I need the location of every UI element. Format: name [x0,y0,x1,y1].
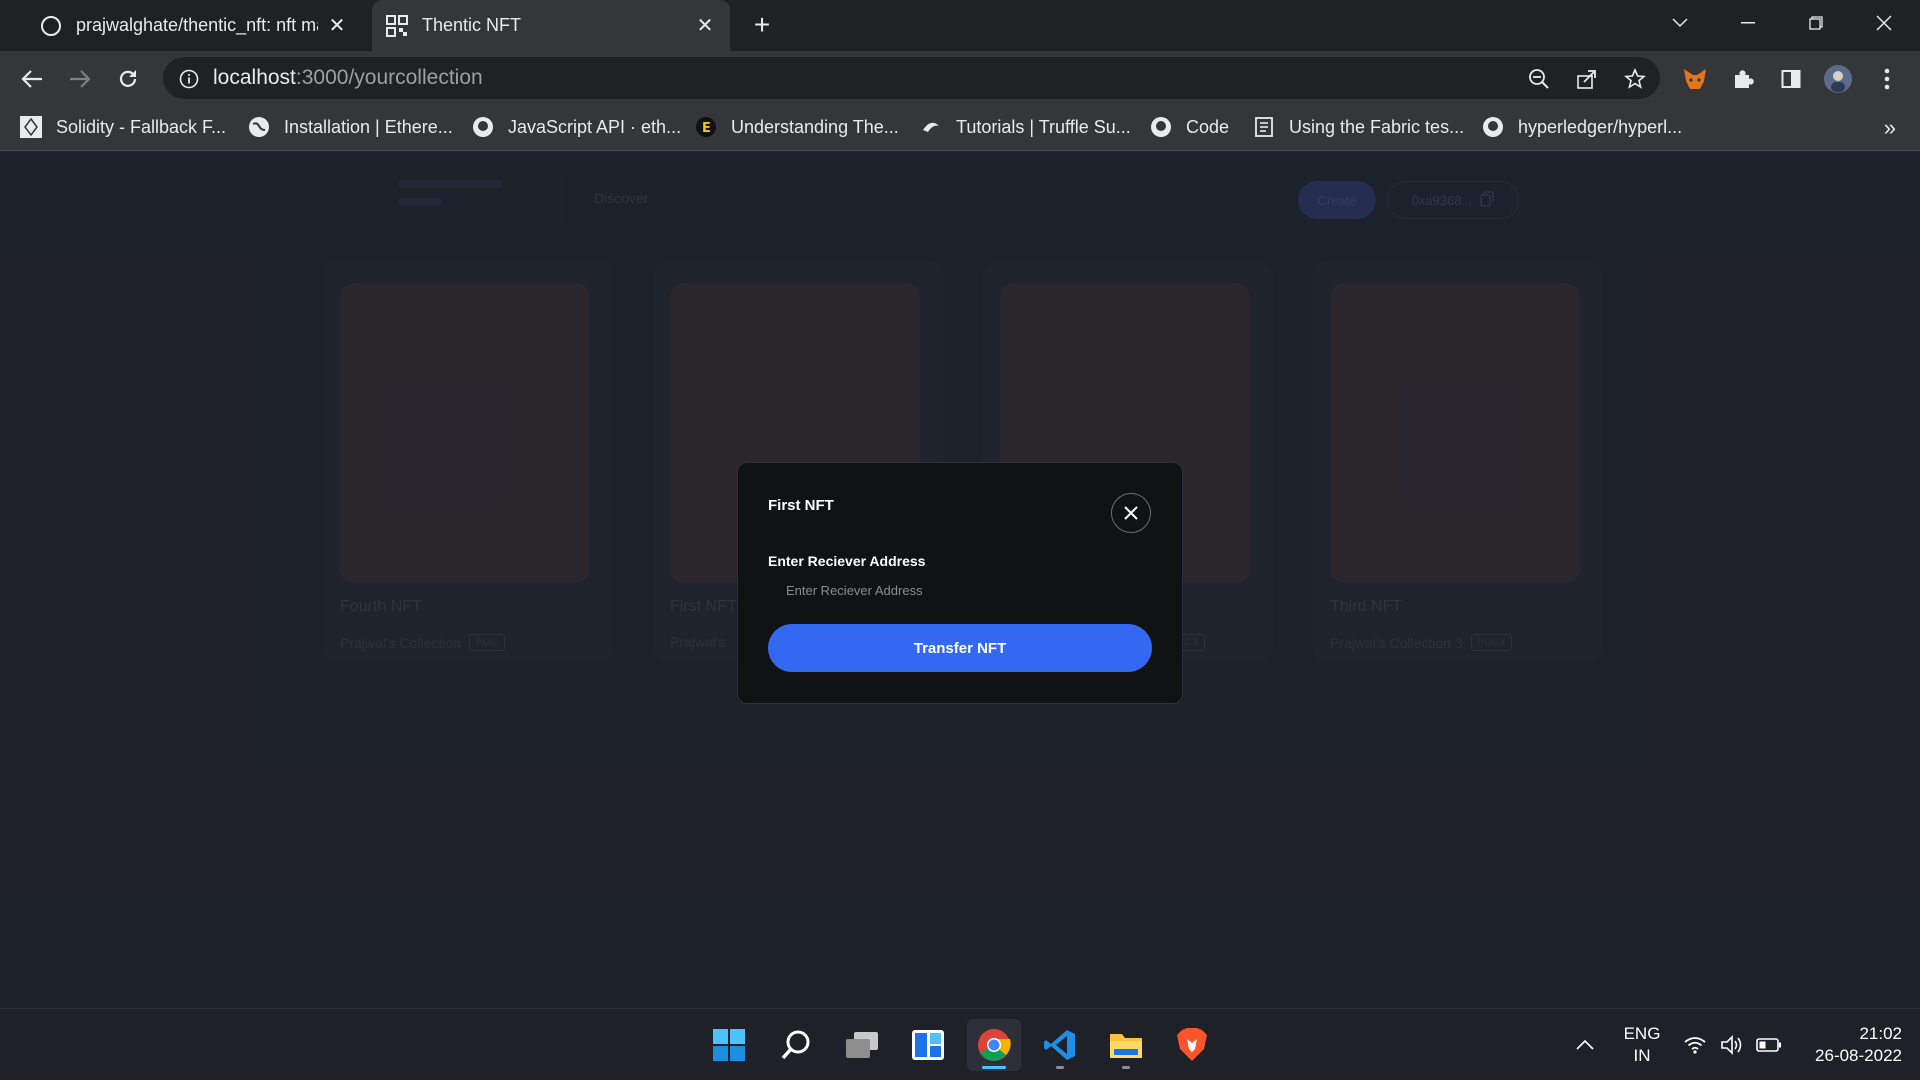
address-bar[interactable]: localhost:3000/yourcollection [163,57,1660,99]
reload-button[interactable] [113,64,143,94]
share-icon[interactable] [1575,67,1599,91]
bookmark-truffle[interactable]: Tutorials | Truffle Su... [920,113,1131,141]
github-icon [40,15,62,37]
bookmark-hyperledger[interactable]: hyperledger/hyperl... [1482,113,1682,141]
chevron-up-icon [1576,1040,1594,1050]
site-info-icon[interactable] [177,67,201,91]
clock-time: 21:02 [1859,1024,1902,1043]
extensions-puzzle-icon[interactable] [1728,64,1758,94]
solidity-icon [20,116,42,138]
tab-github[interactable]: prajwalghate/thentic_nft: nft mar ✕ [26,0,362,51]
file-explorer-icon[interactable] [1099,1019,1153,1071]
bookmark-fabric[interactable]: Using the Fabric tes... [1253,113,1464,141]
zoom-icon[interactable] [1527,67,1551,91]
minimize-icon[interactable] [1728,8,1768,38]
tab-thentic-nft[interactable]: Thentic NFT ✕ [372,0,730,51]
tab-title: prajwalghate/thentic_nft: nft mar [76,15,318,35]
bookmark-installation[interactable]: Installation | Ethere... [248,113,453,141]
receiver-address-label: Enter Reciever Address [768,553,926,569]
windows-start-icon[interactable] [702,1019,756,1071]
truffle-icon [920,116,942,138]
globe-icon [248,116,270,138]
menu-kebab-icon[interactable] [1872,64,1902,94]
bookmark-label: Code [1186,116,1230,137]
bookmark-label: hyperledger/hyperl... [1518,116,1683,137]
language-code: ENG [1623,1024,1661,1043]
url-path: :3000/yourcollection [295,66,483,89]
page-content: Discover Create 0xa9368... Fourth NFT Pr… [0,152,1920,1008]
running-app-indicator [1056,1066,1064,1069]
transfer-nft-modal: First NFT Enter Reciever Address Transfe… [737,462,1183,704]
bookmarks-overflow-button[interactable]: » [1884,115,1896,141]
windows-taskbar: ENG IN 21:02 26-08-2022 [0,1008,1920,1080]
clock-date: 26-08-2022 [1815,1046,1902,1065]
e-logo-icon: E [695,116,717,138]
transfer-nft-button[interactable]: Transfer NFT [768,624,1152,672]
forward-button[interactable] [65,64,95,94]
tab-title: Thentic NFT [422,15,522,35]
system-clock[interactable]: 21:02 26-08-2022 [1796,1023,1902,1067]
wifi-icon[interactable] [1684,1009,1708,1080]
github-icon [1150,116,1172,138]
close-icon[interactable]: ✕ [326,15,348,37]
qr-icon [386,14,408,37]
bookmark-label: Solidity - Fallback F... [56,116,227,137]
bookmark-understanding[interactable]: E Understanding The... [695,113,899,141]
bookmark-label: Tutorials | Truffle Su... [956,116,1131,137]
volume-icon[interactable] [1720,1009,1746,1080]
close-icon [1124,506,1138,520]
vscode-icon[interactable] [1033,1019,1087,1071]
url-host: localhost [213,66,296,89]
bookmark-code[interactable]: Code [1150,113,1229,141]
profile-avatar[interactable] [1823,64,1853,94]
chrome-icon[interactable] [967,1019,1021,1071]
bookmark-star-icon[interactable] [1623,67,1647,91]
battery-icon[interactable] [1756,1009,1784,1080]
back-button[interactable] [17,64,47,94]
task-view-icon[interactable] [835,1019,889,1071]
bookmarks-bar: Solidity - Fallback F... Installation | … [0,105,1920,151]
browser-toolbar: localhost:3000/yourcollection [0,51,1920,105]
bookmark-solidity[interactable]: Solidity - Fallback F... [20,113,226,141]
bookmark-label: JavaScript API · eth... [508,116,682,137]
receiver-address-input[interactable] [768,575,1152,605]
bookmark-label: Using the Fabric tes... [1289,116,1465,137]
widgets-icon[interactable] [901,1019,955,1071]
region-code: IN [1633,1046,1651,1065]
running-app-indicator [1122,1066,1130,1069]
svg-text:E: E [702,121,711,136]
brave-icon[interactable] [1165,1019,1219,1071]
language-indicator[interactable]: ENG IN [1620,1023,1664,1067]
restore-icon[interactable] [1796,8,1836,38]
doc-icon [1253,116,1275,138]
browser-tab-strip: prajwalghate/thentic_nft: nft mar ✕ Then… [0,0,1920,51]
close-icon[interactable]: ✕ [694,15,716,37]
side-panel-icon[interactable] [1776,64,1806,94]
search-icon[interactable] [769,1019,823,1071]
bookmark-label: Understanding The... [731,116,899,137]
github-icon [1482,116,1504,138]
bookmark-label: Installation | Ethere... [284,116,453,137]
metamask-extension-icon[interactable] [1680,64,1710,94]
modal-title: First NFT [768,497,834,514]
bookmark-javascript-api[interactable]: JavaScript API · eth... [472,113,681,141]
window-close-icon[interactable] [1864,8,1904,38]
url-text: localhost:3000/yourcollection [213,66,483,90]
github-icon [472,116,494,138]
show-hidden-icons-button[interactable] [1568,1009,1602,1080]
modal-close-button[interactable] [1111,493,1151,533]
new-tab-button[interactable]: + [748,11,776,40]
active-app-indicator [982,1066,1006,1069]
tab-search-icon[interactable] [1660,8,1700,38]
